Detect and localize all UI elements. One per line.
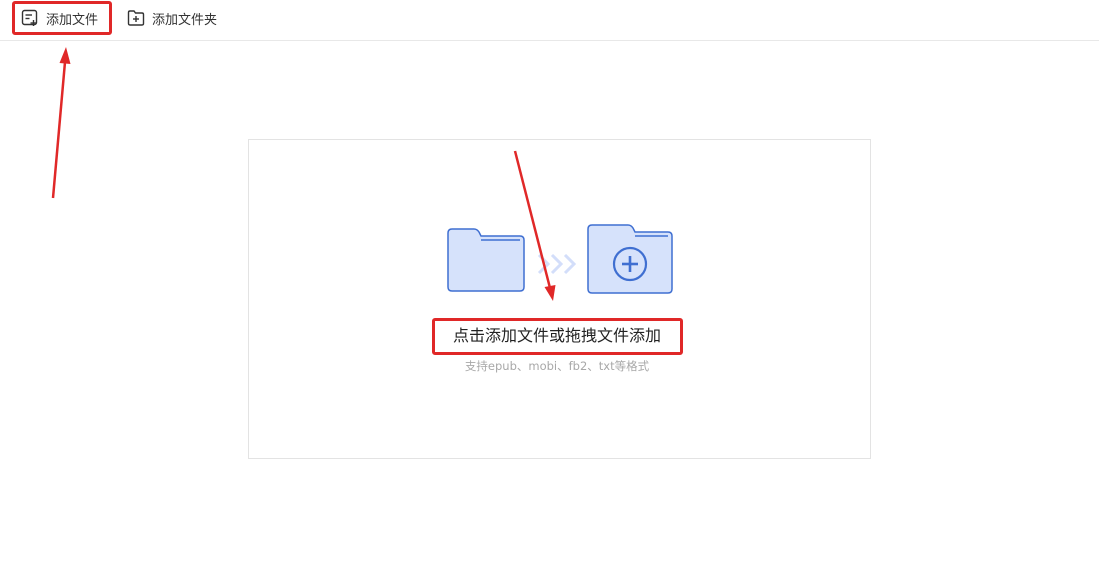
file-add-icon	[21, 9, 38, 26]
toolbar: 添加文件 添加文件夹	[0, 0, 1099, 41]
drop-zone-title[interactable]: 点击添加文件或拖拽文件添加	[432, 319, 682, 353]
arrow-to-add-file	[51, 47, 71, 199]
double-chevron-right-icon	[537, 253, 577, 275]
folder-icon	[447, 228, 525, 292]
add-folder-button[interactable]: 添加文件夹	[127, 6, 217, 30]
supported-formats-text: 支持epub、mobi、fb2、txt等格式	[464, 359, 650, 373]
file-drop-zone[interactable]	[248, 139, 871, 459]
add-file-label: 添加文件	[46, 12, 99, 28]
add-file-button[interactable]: 添加文件	[21, 6, 98, 30]
add-folder-label: 添加文件夹	[152, 12, 218, 28]
folder-add-icon	[127, 10, 145, 26]
folder-plus-icon	[587, 224, 673, 294]
